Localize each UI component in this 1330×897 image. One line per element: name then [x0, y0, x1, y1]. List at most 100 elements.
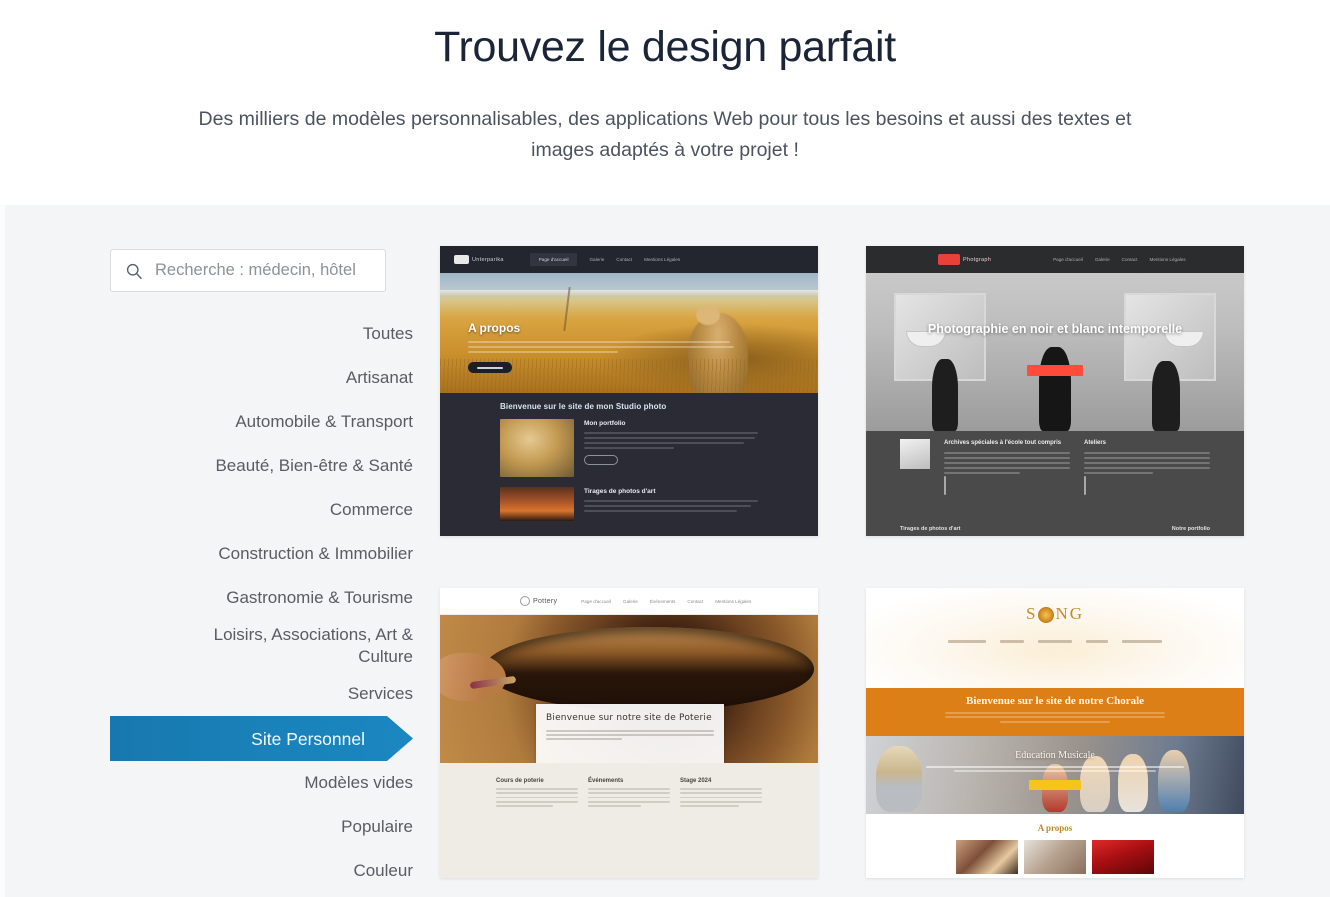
preview-navbar: Unterparika Page d'accueil Galerie Conta…	[440, 246, 818, 273]
preview-thumbnail	[500, 419, 574, 477]
preview-body: Archives spéciales à l'école tout compri…	[866, 431, 1244, 536]
text-line	[468, 351, 618, 353]
preview-block-title: Mon portfolio	[584, 420, 626, 427]
preview-navbar: Photgraph Page d'accueil Galerie Contact…	[866, 246, 1244, 273]
sidebar-item-artisanat[interactable]: Artisanat	[110, 356, 415, 400]
pot-shape	[484, 627, 814, 711]
preview-paragraph	[496, 788, 578, 807]
sidebar-item-construction-immobilier[interactable]: Construction & Immobilier	[110, 532, 415, 576]
preview-footer: Tirages de photos d'art Notre portfolio	[900, 526, 1210, 532]
search-box[interactable]	[110, 249, 386, 292]
preview-hero-title: A propos	[468, 321, 521, 335]
preview-paragraph	[926, 766, 1184, 772]
template-preview: Photgraph Page d'accueil Galerie Contact…	[866, 246, 1244, 536]
template-card-studio-photo[interactable]: Unterparika Page d'accueil Galerie Conta…	[440, 246, 818, 536]
preview-body: Bienvenue sur le site de mon Studio phot…	[440, 393, 818, 536]
category-label: Commerce	[329, 500, 413, 519]
person-silhouette	[1118, 754, 1148, 812]
template-preview: Pottery Page d'accueil Galerie Événement…	[440, 588, 818, 878]
pottery-icon	[520, 596, 530, 606]
preview-menu-item: Page d'accueil	[581, 598, 612, 604]
template-preview: S NG Bienvenue sur le site de notre Chor…	[866, 588, 1244, 878]
preview-logo-text: NG	[1055, 604, 1085, 623]
preview-card-title: Cours de poterie	[496, 778, 544, 784]
preview-paragraph	[680, 788, 762, 807]
sidebar-item-modeles-vides[interactable]: Modèles vides	[110, 761, 415, 805]
sidebar-item-services[interactable]: Services	[110, 672, 415, 716]
template-card-photographie-noir-et-blanc[interactable]: Photgraph Page d'accueil Galerie Contact…	[866, 246, 1244, 536]
preview-logo-text: Unterparika	[472, 256, 504, 263]
preview-photo-section: Education Musicale	[866, 736, 1244, 814]
preview-block-title: Ateliers	[1084, 440, 1107, 446]
preview-logo-text: Photgraph	[963, 256, 992, 263]
category-label: Beauté, Bien-être & Santé	[215, 456, 413, 475]
preview-menu	[866, 640, 1244, 643]
hero-section: Trouvez le design parfait Des milliers d…	[0, 0, 1330, 205]
preview-menu-item	[1000, 640, 1024, 643]
preview-navbar: Pottery Page d'accueil Galerie Événement…	[440, 588, 818, 615]
preview-menu: Page d'accueil Galerie Contact Mentions …	[529, 253, 681, 266]
preview-about-title: A propos	[1037, 823, 1073, 833]
preview-hero-title: Photographie en noir et blanc intemporel…	[927, 322, 1183, 336]
preview-menu-item: Mentions Légales	[715, 598, 752, 604]
category-label: Site Personnel	[251, 728, 365, 749]
sidebar-item-couleur[interactable]: Couleur	[110, 849, 415, 893]
camera-icon	[938, 254, 960, 265]
preview-paragraph	[1084, 452, 1210, 474]
preview-hero: A propos	[440, 273, 818, 393]
preview-block-title: Archives spéciales à l'école tout compri…	[944, 440, 1062, 446]
preview-hero-button	[1027, 365, 1083, 376]
preview-hero-title: Bienvenue sur notre site de Poterie	[546, 713, 712, 723]
sidebar-item-automobile-transport[interactable]: Automobile & Transport	[110, 400, 415, 444]
preview-thumbnail	[1092, 840, 1154, 874]
preview-block: Archives spéciales à l'école tout compri…	[944, 439, 1070, 536]
sun-icon	[1038, 607, 1055, 623]
sidebar-item-commerce[interactable]: Commerce	[110, 488, 415, 532]
preview-menu-item: Contact	[616, 257, 633, 262]
person-silhouette	[1039, 347, 1071, 431]
sidebar-item-beaute-bien-etre-sante[interactable]: Beauté, Bien-être & Santé	[110, 444, 415, 488]
template-card-chorale[interactable]: S NG Bienvenue sur le site de notre Chor…	[866, 588, 1244, 878]
preview-card-title: Événements	[588, 778, 624, 784]
sidebar-item-toutes[interactable]: Toutes	[110, 312, 415, 356]
preview-thumbnail	[956, 840, 1018, 874]
preview-card: Cours de poterie	[496, 773, 578, 809]
category-label: Populaire	[341, 817, 413, 836]
preview-menu-item	[948, 640, 986, 643]
category-list: Toutes Artisanat Automobile & Transport …	[110, 312, 415, 893]
category-label: Automobile & Transport	[235, 412, 413, 431]
preview-menu-item: Contact	[1121, 257, 1138, 262]
preview-menu-item	[1086, 640, 1108, 643]
preview-menu-item: Galerie	[589, 257, 605, 262]
sidebar-item-populaire[interactable]: Populaire	[110, 805, 415, 849]
preview-menu: Page d'accueil Galerie Événements Contac…	[581, 599, 751, 604]
preview-card: Stage 2024	[680, 773, 762, 809]
preview-block-button	[584, 455, 618, 465]
person-silhouette	[932, 359, 958, 431]
preview-menu-item: Contact	[687, 598, 704, 604]
preview-menu-item: Mentions Légales	[644, 257, 681, 262]
preview-menu-item: Mentions Légales	[1149, 257, 1186, 262]
sidebar-item-site-personnel[interactable]: Site Personnel	[110, 716, 413, 761]
preview-logo: S NG	[1026, 604, 1084, 624]
template-preview: Unterparika Page d'accueil Galerie Conta…	[440, 246, 818, 536]
preview-paragraph	[584, 432, 758, 449]
preview-photo-title: Education Musicale	[1015, 750, 1095, 761]
preview-header: S NG	[866, 588, 1244, 688]
preview-logo: Unterparika	[454, 255, 504, 264]
preview-block-button	[944, 476, 946, 495]
template-browser: Toutes Artisanat Automobile & Transport …	[0, 205, 1330, 897]
camera-icon	[454, 255, 469, 264]
category-label: Gastronomie & Tourisme	[226, 588, 413, 607]
preview-hero: Photographie en noir et blanc intemporel…	[866, 273, 1244, 431]
horizon-band	[440, 290, 818, 297]
preview-block: Mon portfolio	[500, 419, 758, 477]
preview-block: Ateliers	[1084, 439, 1210, 536]
preview-logo-text: Pottery	[533, 597, 558, 605]
hand-shape	[440, 653, 506, 701]
preview-hero-card: Bienvenue sur notre site de Poterie	[536, 704, 724, 763]
template-card-poterie[interactable]: Pottery Page d'accueil Galerie Événement…	[440, 588, 818, 878]
sidebar-item-gastronomie-tourisme[interactable]: Gastronomie & Tourisme	[110, 576, 415, 620]
search-input[interactable]	[144, 250, 385, 291]
sidebar-item-loisirs-associations-art-culture[interactable]: Loisirs, Associations, Art & Culture	[110, 620, 415, 672]
